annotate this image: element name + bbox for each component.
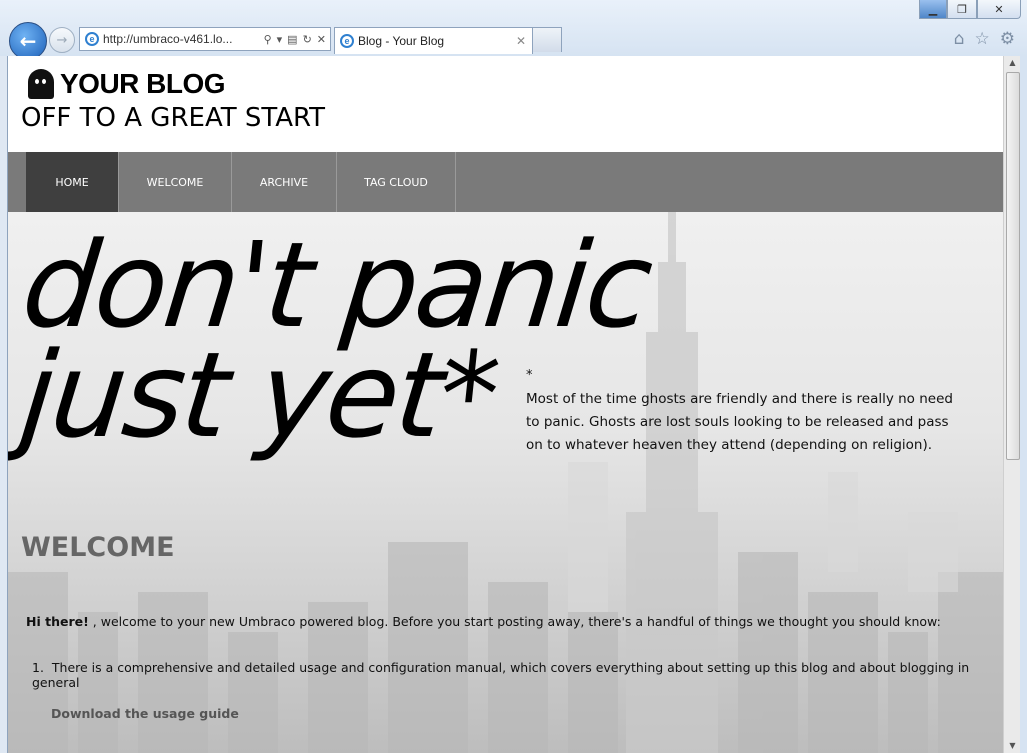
browser-right-tools: ⌂ ☆ ⚙ xyxy=(954,29,1015,49)
refresh-icon[interactable]: ↻ xyxy=(303,33,312,46)
restore-button[interactable]: ❐ xyxy=(947,0,977,19)
welcome-intro: Hi there! , welcome to your new Umbraco … xyxy=(26,614,986,629)
tab-page-icon: e xyxy=(340,34,354,48)
back-button[interactable]: ← xyxy=(9,22,47,60)
tab-close-icon[interactable]: ✕ xyxy=(516,34,526,48)
site-brand[interactable]: YOUR BLOG xyxy=(28,68,226,100)
list-item: 1. There is a comprehensive and detailed… xyxy=(32,660,1004,690)
ie-page-icon: e xyxy=(85,32,99,46)
intro-greeting: Hi there! xyxy=(26,614,89,629)
browser-tab[interactable]: e Blog - Your Blog ✕ xyxy=(334,27,533,54)
close-window-button[interactable]: ✕ xyxy=(977,0,1021,19)
tab-title: Blog - Your Blog xyxy=(358,34,445,48)
scrollbar-thumb[interactable] xyxy=(1006,72,1020,460)
site-title[interactable]: YOUR BLOG xyxy=(60,68,226,100)
main-nav: HOME WELCOME ARCHIVE TAG CLOUD xyxy=(8,152,1004,212)
list-item-text: There is a comprehensive and detailed us… xyxy=(32,660,970,690)
window-controls: ▁ ❐ ✕ xyxy=(919,0,1021,19)
site-tagline: OFF TO A GREAT START xyxy=(21,103,326,133)
ghost-logo-icon xyxy=(28,69,54,99)
scroll-up-icon[interactable]: ▲ xyxy=(1004,56,1021,70)
gear-icon[interactable]: ⚙ xyxy=(1000,29,1015,49)
nav-item-home[interactable]: HOME xyxy=(26,152,119,212)
new-tab-button[interactable] xyxy=(532,27,562,52)
address-tools: ⚲ ▾ ▤ ↻ ✕ xyxy=(264,33,330,46)
page-viewport: YOUR BLOG OFF TO A GREAT START HOME WELC… xyxy=(7,56,1004,753)
hero-section: don't panic just yet* * Most of the time… xyxy=(8,212,1004,753)
list-number: 1. xyxy=(32,660,44,675)
address-url[interactable]: http://umbraco-v461.lo... xyxy=(103,32,264,46)
forward-button[interactable]: → xyxy=(49,27,75,53)
nav-item-tag-cloud[interactable]: TAG CLOUD xyxy=(337,152,456,212)
search-icon[interactable]: ⚲ xyxy=(264,33,272,46)
hero-note: Most of the time ghosts are friendly and… xyxy=(526,391,953,453)
minimize-button[interactable]: ▁ xyxy=(919,0,947,19)
dropdown-icon[interactable]: ▾ xyxy=(277,33,283,46)
stop-icon[interactable]: ✕ xyxy=(317,33,326,46)
window-frame-right xyxy=(1020,56,1027,753)
compat-view-icon[interactable]: ▤ xyxy=(287,33,297,46)
home-icon[interactable]: ⌂ xyxy=(954,29,965,49)
welcome-heading: WELCOME xyxy=(21,532,175,563)
hero-line-1: don't panic xyxy=(16,216,656,354)
browser-toolbar: ▁ ❐ ✕ ← → e http://umbraco-v461.lo... ⚲ … xyxy=(0,0,1027,60)
scroll-down-icon[interactable]: ▼ xyxy=(1004,739,1021,753)
nav-item-archive[interactable]: ARCHIVE xyxy=(232,152,337,212)
vertical-scrollbar[interactable]: ▲ ▼ xyxy=(1003,56,1021,753)
nav-item-welcome[interactable]: WELCOME xyxy=(119,152,232,212)
favorites-icon[interactable]: ☆ xyxy=(975,29,990,49)
address-bar[interactable]: e http://umbraco-v461.lo... ⚲ ▾ ▤ ↻ ✕ xyxy=(79,27,331,51)
download-guide-link[interactable]: Download the usage guide xyxy=(51,706,239,721)
intro-text: , welcome to your new Umbraco powered bl… xyxy=(88,614,941,629)
hero-asterisk: * xyxy=(526,368,533,383)
